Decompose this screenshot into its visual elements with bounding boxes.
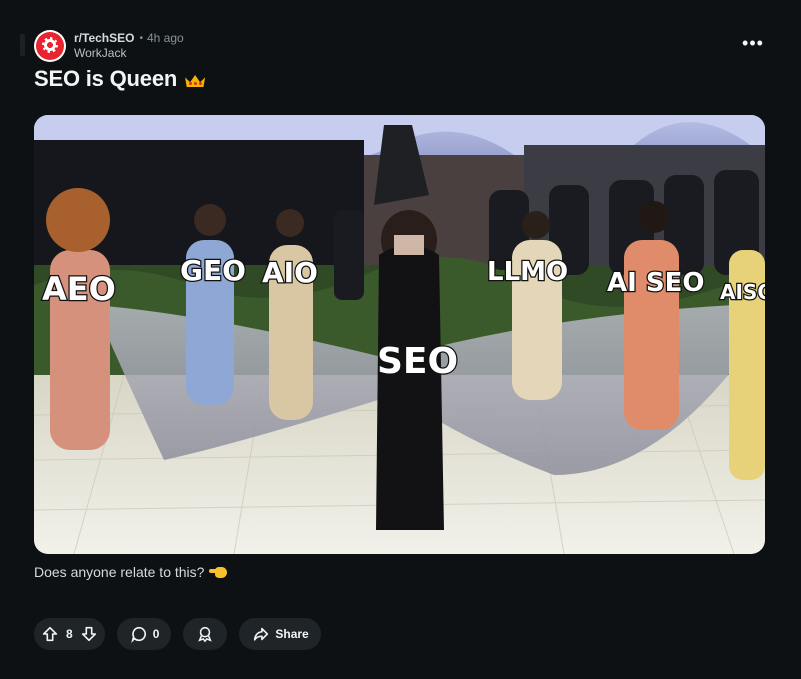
image-label-aio: AIO xyxy=(262,256,318,289)
post-meta: r/TechSEO • 4h ago WorkJack xyxy=(74,31,184,61)
image-label-geo: GEO xyxy=(180,254,246,287)
arrow-up-icon[interactable] xyxy=(40,624,60,644)
share-label: Share xyxy=(275,627,309,641)
post-body-text: Does anyone relate to this? xyxy=(34,564,205,580)
author-link[interactable]: WorkJack xyxy=(74,46,184,61)
image-label-ai-seo: AI SEO xyxy=(607,268,704,298)
left-edge-indicator xyxy=(20,34,25,56)
gear-icon xyxy=(42,37,58,53)
post-title[interactable]: SEO is Queen xyxy=(34,66,207,92)
overflow-menu-icon[interactable]: ••• xyxy=(741,34,765,54)
vote-count: 8 xyxy=(66,627,73,641)
comment-count: 0 xyxy=(152,627,160,641)
post-image[interactable]: AEO GEO AIO LLMO AI SEO AISO SEO xyxy=(34,115,765,554)
pointing-hand-icon xyxy=(209,564,229,580)
image-label-aiso: AISO xyxy=(720,280,765,304)
post-body: Does anyone relate to this? xyxy=(34,564,229,580)
share-button[interactable]: Share xyxy=(239,618,321,650)
image-label-aeo: AEO xyxy=(42,270,116,308)
share-arrow-icon xyxy=(251,624,271,644)
image-label-llmo: LLMO xyxy=(487,257,568,287)
meta-separator: • xyxy=(139,33,143,44)
subreddit-avatar[interactable] xyxy=(34,30,66,62)
action-bar: 8 0 Share xyxy=(34,618,321,650)
subreddit-link[interactable]: r/TechSEO xyxy=(74,31,134,46)
reddit-post: r/TechSEO • 4h ago WorkJack ••• SEO is Q… xyxy=(0,0,801,679)
comments-button[interactable]: 0 xyxy=(116,618,172,650)
award-button[interactable] xyxy=(183,618,228,650)
arrow-down-icon[interactable] xyxy=(79,624,99,644)
comment-bubble-icon xyxy=(129,624,149,644)
award-icon xyxy=(195,624,215,644)
crown-icon xyxy=(183,69,207,89)
post-header: r/TechSEO • 4h ago WorkJack xyxy=(34,30,184,62)
vote-control: 8 xyxy=(34,618,105,650)
post-timestamp: 4h ago xyxy=(146,31,184,45)
post-title-text: SEO is Queen xyxy=(34,66,178,91)
image-label-seo: SEO xyxy=(377,341,458,382)
